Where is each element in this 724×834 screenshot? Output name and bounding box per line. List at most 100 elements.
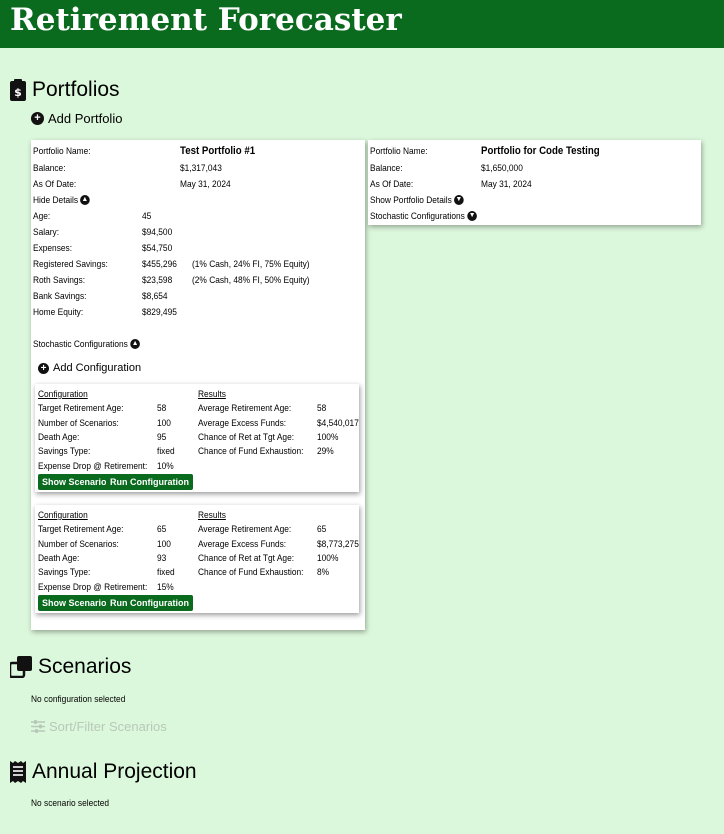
scenarios-heading: Scenarios bbox=[10, 655, 131, 679]
sort-filter-label: Sort/Filter Scenarios bbox=[49, 719, 167, 734]
savings-type-value: fixed bbox=[157, 567, 175, 578]
balance-label: Balance: bbox=[33, 163, 66, 174]
chance-fund-exhaustion-value: 29% bbox=[317, 446, 334, 457]
home-equity-label: Home Equity: bbox=[33, 307, 84, 318]
death-age-label: Death Age: bbox=[38, 432, 80, 443]
sliders-icon bbox=[31, 720, 45, 733]
target-retirement-age-label: Target Retirement Age: bbox=[38, 524, 124, 535]
annual-projection-heading: Annual Projection bbox=[10, 760, 197, 784]
portfolio-name: Test Portfolio #1 bbox=[180, 145, 256, 157]
bank-savings-label: Bank Savings: bbox=[33, 291, 87, 302]
chance-fund-exhaustion-label: Chance of Fund Exhaustion: bbox=[198, 567, 304, 578]
show-scenarios-button[interactable]: Show Scenarios bbox=[38, 595, 116, 611]
configuration-heading: Configuration bbox=[38, 510, 88, 521]
expense-drop-value: 10% bbox=[157, 461, 174, 472]
registered-savings-value: $455,296 bbox=[142, 259, 177, 270]
home-equity-value: $829,495 bbox=[142, 307, 177, 318]
app-header: Retirement Forecaster bbox=[0, 0, 724, 48]
savings-type-label: Savings Type: bbox=[38, 567, 91, 578]
show-details-label: Show Portfolio Details bbox=[370, 195, 452, 206]
as-of-value: May 31, 2024 bbox=[481, 179, 532, 190]
portfolio-name-label: Portfolio Name: bbox=[370, 146, 428, 157]
configuration-card: Configuration Results Target Retirement … bbox=[35, 505, 359, 613]
average-retirement-age-value: 65 bbox=[317, 524, 327, 535]
expense-drop-label: Expense Drop @ Retirement: bbox=[38, 461, 148, 472]
savings-type-label: Savings Type: bbox=[38, 446, 91, 457]
svg-text:$: $ bbox=[14, 86, 22, 99]
stochastic-label: Stochastic Configurations bbox=[33, 339, 128, 350]
portfolios-heading: $ Portfolios bbox=[10, 78, 120, 102]
savings-type-value: fixed bbox=[157, 446, 175, 457]
average-excess-funds-label: Average Excess Funds: bbox=[198, 418, 287, 429]
run-configuration-button[interactable]: Run Configuration bbox=[106, 474, 193, 490]
average-retirement-age-label: Average Retirement Age: bbox=[198, 403, 292, 414]
death-age-value: 95 bbox=[157, 432, 167, 443]
chance-ret-target-value: 100% bbox=[317, 553, 339, 564]
balance-value: $1,317,043 bbox=[180, 163, 222, 174]
target-retirement-age-value: 65 bbox=[157, 524, 167, 535]
balance-value: $1,650,000 bbox=[481, 163, 523, 174]
average-excess-funds-value: $4,540,017 bbox=[317, 418, 359, 429]
age-value: 45 bbox=[142, 211, 152, 222]
expenses-value: $54,750 bbox=[142, 243, 173, 254]
as-of-label: As Of Date: bbox=[370, 179, 414, 190]
salary-label: Salary: bbox=[33, 227, 60, 238]
show-portfolio-details-toggle[interactable]: Show Portfolio Details ▼ bbox=[370, 195, 464, 206]
target-retirement-age-label: Target Retirement Age: bbox=[38, 403, 124, 414]
registered-savings-label: Registered Savings: bbox=[33, 259, 108, 270]
chevron-up-icon: ▲ bbox=[80, 195, 90, 206]
expense-drop-value: 15% bbox=[157, 582, 174, 593]
add-portfolio-label: Add Portfolio bbox=[48, 111, 123, 126]
roth-savings-label: Roth Savings: bbox=[33, 275, 86, 286]
results-heading: Results bbox=[198, 389, 226, 400]
hide-details-label: Hide Details bbox=[33, 195, 79, 206]
roth-allocation: (2% Cash, 48% FI, 50% Equity) bbox=[192, 275, 310, 286]
number-of-scenarios-value: 100 bbox=[157, 539, 171, 550]
add-portfolio-button[interactable]: + Add Portfolio bbox=[31, 111, 122, 126]
number-of-scenarios-value: 100 bbox=[157, 418, 171, 429]
chance-ret-target-label: Chance of Ret at Tgt Age: bbox=[198, 432, 295, 443]
scenarios-title: Scenarios bbox=[38, 655, 132, 678]
balance-label: Balance: bbox=[370, 163, 403, 174]
show-scenarios-button[interactable]: Show Scenarios bbox=[38, 474, 116, 490]
as-of-label: As Of Date: bbox=[33, 179, 77, 190]
hide-details-toggle[interactable]: Hide Details ▲ bbox=[33, 195, 90, 206]
bank-savings-value: $8,654 bbox=[142, 291, 168, 302]
number-of-scenarios-label: Number of Scenarios: bbox=[38, 539, 119, 550]
add-configuration-button[interactable]: + Add Configuration bbox=[38, 362, 141, 374]
portfolio-card: Portfolio Name: Test Portfolio #1 Balanc… bbox=[31, 140, 365, 630]
plus-circle-icon: + bbox=[31, 112, 44, 125]
number-of-scenarios-label: Number of Scenarios: bbox=[38, 418, 119, 429]
portfolio-card: Portfolio Name: Portfolio for Code Testi… bbox=[368, 140, 701, 225]
chevron-up-icon: ▲ bbox=[130, 339, 140, 350]
age-label: Age: bbox=[33, 211, 51, 222]
expenses-label: Expenses: bbox=[33, 243, 73, 254]
portfolio-name-label: Portfolio Name: bbox=[33, 146, 91, 157]
stochastic-configurations-toggle[interactable]: Stochastic Configurations ▲ bbox=[33, 339, 140, 350]
chance-fund-exhaustion-value: 8% bbox=[317, 567, 330, 578]
registered-allocation: (1% Cash, 24% FI, 75% Equity) bbox=[192, 259, 310, 270]
stochastic-label: Stochastic Configurations bbox=[370, 211, 465, 222]
chance-fund-exhaustion-label: Chance of Fund Exhaustion: bbox=[198, 446, 304, 457]
run-configuration-button[interactable]: Run Configuration bbox=[106, 595, 193, 611]
portfolios-title: Portfolios bbox=[32, 78, 120, 101]
chevron-down-icon: ▼ bbox=[467, 211, 477, 222]
receipt-icon bbox=[10, 761, 26, 783]
sort-filter-scenarios-button[interactable]: Sort/Filter Scenarios bbox=[31, 719, 167, 734]
average-retirement-age-value: 58 bbox=[317, 403, 327, 414]
portfolio-icon: $ bbox=[10, 79, 26, 101]
plus-circle-icon: + bbox=[38, 362, 49, 374]
annual-projection-title: Annual Projection bbox=[32, 760, 197, 783]
projection-empty-message: No scenario selected bbox=[31, 798, 110, 809]
average-excess-funds-value: $8,773,275 bbox=[317, 539, 359, 550]
death-age-label: Death Age: bbox=[38, 553, 80, 564]
average-retirement-age-label: Average Retirement Age: bbox=[198, 524, 292, 535]
scenarios-empty-message: No configuration selected bbox=[31, 694, 126, 705]
chance-ret-target-value: 100% bbox=[317, 432, 339, 443]
configuration-card: Configuration Results Target Retirement … bbox=[35, 384, 359, 492]
clone-icon bbox=[10, 656, 32, 678]
stochastic-configurations-toggle[interactable]: Stochastic Configurations ▼ bbox=[370, 211, 477, 222]
roth-savings-value: $23,598 bbox=[142, 275, 173, 286]
app-title: Retirement Forecaster bbox=[10, 2, 402, 38]
death-age-value: 93 bbox=[157, 553, 167, 564]
